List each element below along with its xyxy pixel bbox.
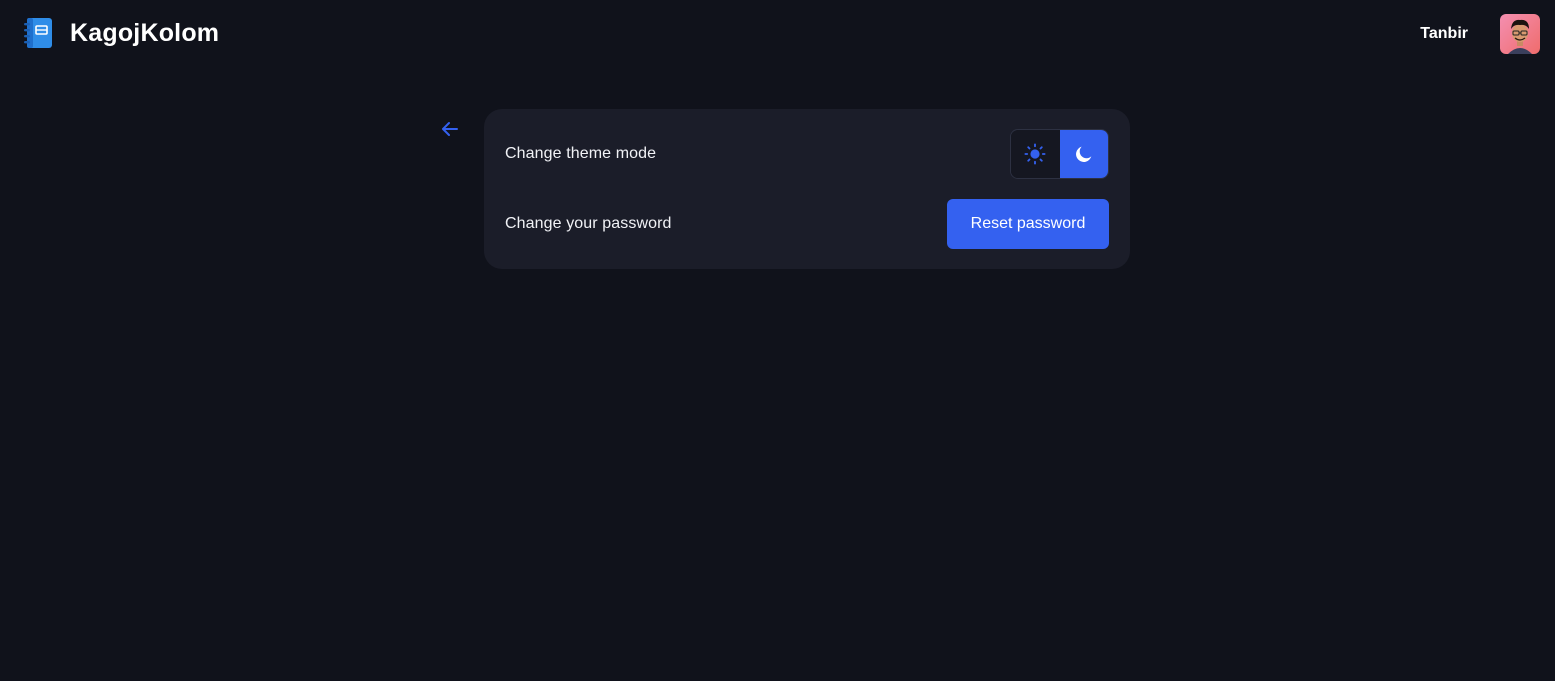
light-mode-button[interactable] [1011, 130, 1060, 178]
dark-mode-button[interactable] [1059, 130, 1108, 178]
moon-icon [1075, 146, 1092, 162]
brand-link[interactable]: KagojKolom [24, 17, 219, 49]
theme-setting-label: Change theme mode [505, 145, 657, 162]
user-name: Tanbir [1420, 25, 1468, 42]
back-arrow-icon[interactable] [438, 117, 462, 141]
reset-password-button[interactable]: Reset password [947, 199, 1109, 249]
brand-name: KagojKolom [70, 18, 220, 47]
top-navbar: KagojKolom Tanbir [0, 0, 1555, 68]
settings-card: Change theme mode Change your password R… [484, 109, 1130, 269]
user-avatar[interactable] [1500, 14, 1540, 54]
user-menu[interactable]: Tanbir [1420, 14, 1540, 54]
theme-toggle [1010, 129, 1109, 179]
sun-icon [1024, 143, 1046, 165]
password-setting-label: Change your password [505, 215, 672, 232]
theme-setting-row: Change theme mode [505, 129, 1109, 179]
notebook-icon [24, 18, 52, 48]
password-setting-row: Change your password Reset password [505, 199, 1109, 249]
